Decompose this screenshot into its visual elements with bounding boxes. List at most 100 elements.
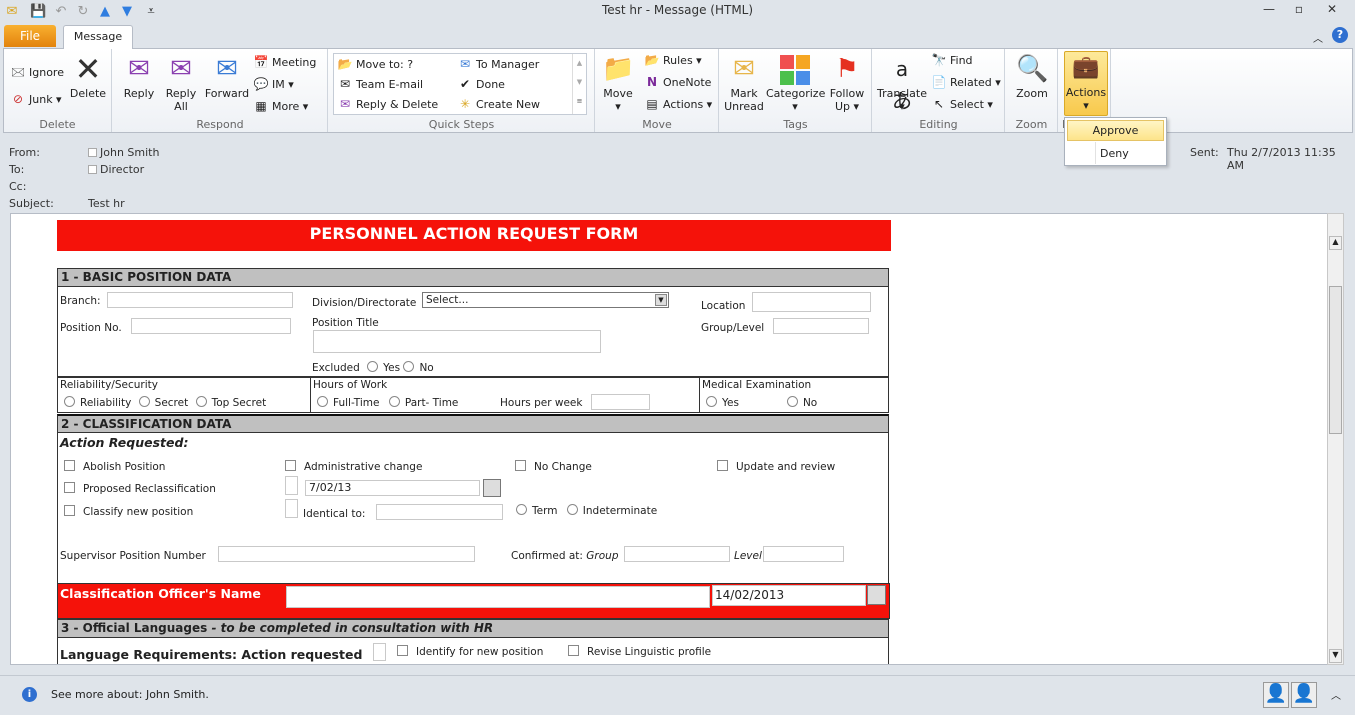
delete-x-icon: ✕ xyxy=(74,50,102,88)
vertical-scrollbar[interactable]: ▲ ▼ xyxy=(1327,213,1344,665)
group-level-input[interactable] xyxy=(773,318,869,334)
collapse-ribbon-icon[interactable]: ︿ xyxy=(1313,30,1323,45)
admin-change-checkbox[interactable]: Administrative change xyxy=(285,460,422,473)
calendar-button[interactable] xyxy=(867,585,886,605)
proposed-reclass-checkbox[interactable]: Proposed Reclassification xyxy=(64,482,216,495)
actions-dropdown-menu: Approve Deny xyxy=(1064,117,1167,166)
update-review-checkbox[interactable]: Update and review xyxy=(717,460,835,473)
reclass-date-input[interactable]: 7/02/13 xyxy=(305,480,480,496)
quick-step-create-new[interactable]: ✳ Create New xyxy=(457,97,540,111)
zoom-button[interactable]: 🔍 Zoom xyxy=(1012,53,1052,100)
ignore-button[interactable]: 🖂 Ignore xyxy=(10,63,64,84)
expand-people-pane-icon[interactable]: ︿ xyxy=(1331,687,1341,702)
medical-exam-label: Medical Examination xyxy=(702,379,812,391)
section-1-header: 1 - BASIC POSITION DATA xyxy=(57,268,889,287)
junk-icon: ⊘ xyxy=(12,92,24,106)
position-title-label: Position Title xyxy=(312,317,379,329)
blank-field[interactable] xyxy=(285,476,298,495)
minimize-button[interactable]: — xyxy=(1255,2,1283,20)
reply-all-button[interactable]: ✉ Reply All xyxy=(161,53,201,113)
location-input[interactable] xyxy=(752,292,871,312)
reliability-radio[interactable] xyxy=(64,396,75,407)
position-title-input[interactable] xyxy=(313,330,601,353)
person-icon[interactable]: 👤 xyxy=(1263,682,1289,708)
deny-menu-item[interactable]: Deny xyxy=(1067,143,1164,164)
follow-up-button[interactable]: ⚑ Follow Up ▾ xyxy=(826,53,868,113)
group-move: 📁 Move ▾ 📂 Rules ▾ N OneNote ▤ Actions ▾ Move xyxy=(596,49,719,132)
medical-no-radio[interactable] xyxy=(786,396,798,407)
form-title: PERSONNEL ACTION REQUEST FORM xyxy=(57,220,891,251)
gallery-scroll[interactable]: ▲ ▼ ≡ xyxy=(572,54,586,114)
scroll-thumb[interactable] xyxy=(1329,286,1342,434)
quick-step-done[interactable]: ✔ Done xyxy=(457,77,505,91)
quick-step-to-manager[interactable]: ✉ To Manager xyxy=(457,57,539,71)
onenote-button[interactable]: N OneNote xyxy=(644,75,711,89)
window-title: Test hr - Message (HTML) xyxy=(601,3,754,17)
group-quick-steps: 📂 Move to: ? ✉ Team E-mail ✉ Reply & Delete… xyxy=(329,49,595,132)
confirmed-level-input[interactable] xyxy=(763,546,844,562)
move-button[interactable]: 📁 Move ▾ xyxy=(600,53,636,113)
forward-button[interactable]: ✉ Forward xyxy=(203,53,251,100)
full-time-radio[interactable] xyxy=(317,396,328,407)
junk-button[interactable]: ⊘ Junk ▾ xyxy=(10,92,62,106)
reply-button[interactable]: ✉ Reply xyxy=(119,53,159,100)
officer-name-input[interactable] xyxy=(286,586,710,608)
group-zoom: 🔍 Zoom Zoom xyxy=(1006,49,1058,132)
revise-profile-checkbox[interactable]: Revise Linguistic profile xyxy=(568,645,711,658)
scroll-up-icon[interactable]: ▲ xyxy=(1329,236,1342,250)
im-button[interactable]: 💬 IM ▾ xyxy=(253,77,294,91)
part-time-radio[interactable] xyxy=(388,396,400,407)
categorize-button[interactable]: Categorize ▾ xyxy=(766,53,825,113)
term-radio[interactable] xyxy=(516,504,527,515)
blank-field[interactable] xyxy=(373,643,386,661)
hours-per-week-input[interactable] xyxy=(591,394,650,410)
excluded-yes-radio[interactable] xyxy=(367,361,379,372)
supervisor-pos-input[interactable] xyxy=(218,546,475,562)
forward-icon: ✉ xyxy=(216,54,238,84)
more-button[interactable]: ▦ More ▾ xyxy=(253,99,308,113)
to-value[interactable]: Director xyxy=(88,163,144,176)
from-value[interactable]: John Smith xyxy=(88,146,159,159)
scroll-down-icon[interactable]: ▼ xyxy=(1329,649,1342,663)
related-button[interactable]: 📄 Related ▾ xyxy=(931,75,1001,89)
tab-message[interactable]: Message xyxy=(63,25,133,49)
excluded-no-radio[interactable] xyxy=(403,361,415,372)
magnifier-icon: 🔍 xyxy=(1016,54,1049,84)
quick-step-team-email[interactable]: ✉ Team E-mail xyxy=(337,77,423,91)
secret-radio[interactable] xyxy=(138,396,150,407)
delete-button[interactable]: ✕ Delete xyxy=(68,53,108,100)
find-button[interactable]: 🔭 Find xyxy=(931,53,973,67)
identify-new-checkbox[interactable]: Identify for new position xyxy=(397,645,543,658)
translate-button[interactable]: aあ Translate ▾ xyxy=(877,53,927,113)
division-select[interactable]: Select... ▼ xyxy=(422,292,669,308)
actions-button[interactable]: 💼 Actions ▾ xyxy=(1064,51,1108,116)
confirmed-group-input[interactable] xyxy=(624,546,730,562)
quick-step-move-to[interactable]: 📂 Move to: ? xyxy=(337,57,414,71)
rules-button[interactable]: 📂 Rules ▾ xyxy=(644,53,702,67)
approve-menu-item[interactable]: Approve xyxy=(1067,120,1164,141)
quick-step-reply-delete[interactable]: ✉ Reply & Delete xyxy=(337,97,438,111)
officer-date-input[interactable]: 14/02/2013 xyxy=(712,585,866,606)
indeterminate-radio[interactable] xyxy=(566,504,578,515)
select-button[interactable]: ↖ Select ▾ xyxy=(931,97,993,111)
close-button[interactable]: ✕ xyxy=(1318,2,1346,20)
medical-yes-radio[interactable] xyxy=(706,396,717,407)
calendar-button[interactable] xyxy=(483,479,501,497)
identical-to-input[interactable] xyxy=(376,504,503,520)
classify-new-checkbox[interactable]: Classify new position xyxy=(64,505,193,518)
blank-field[interactable] xyxy=(285,499,298,518)
see-more-text[interactable]: See more about: John Smith. xyxy=(51,688,209,701)
mark-unread-button[interactable]: ✉ Mark Unread xyxy=(724,53,764,113)
maximize-button[interactable]: ▫ xyxy=(1285,2,1313,20)
abolish-checkbox[interactable]: Abolish Position xyxy=(64,460,165,473)
position-no-input[interactable] xyxy=(131,318,291,334)
tab-file[interactable]: File xyxy=(4,25,56,47)
branch-input[interactable] xyxy=(107,292,293,308)
top-secret-radio[interactable] xyxy=(195,396,207,407)
help-icon[interactable]: ? xyxy=(1332,27,1348,43)
no-change-checkbox[interactable]: No Change xyxy=(515,460,592,473)
im-icon: 💬 xyxy=(253,77,269,91)
person-icon[interactable]: 👤 xyxy=(1291,682,1317,708)
meeting-button[interactable]: 📅 Meeting xyxy=(253,55,317,69)
move-actions-button[interactable]: ▤ Actions ▾ xyxy=(644,97,712,111)
